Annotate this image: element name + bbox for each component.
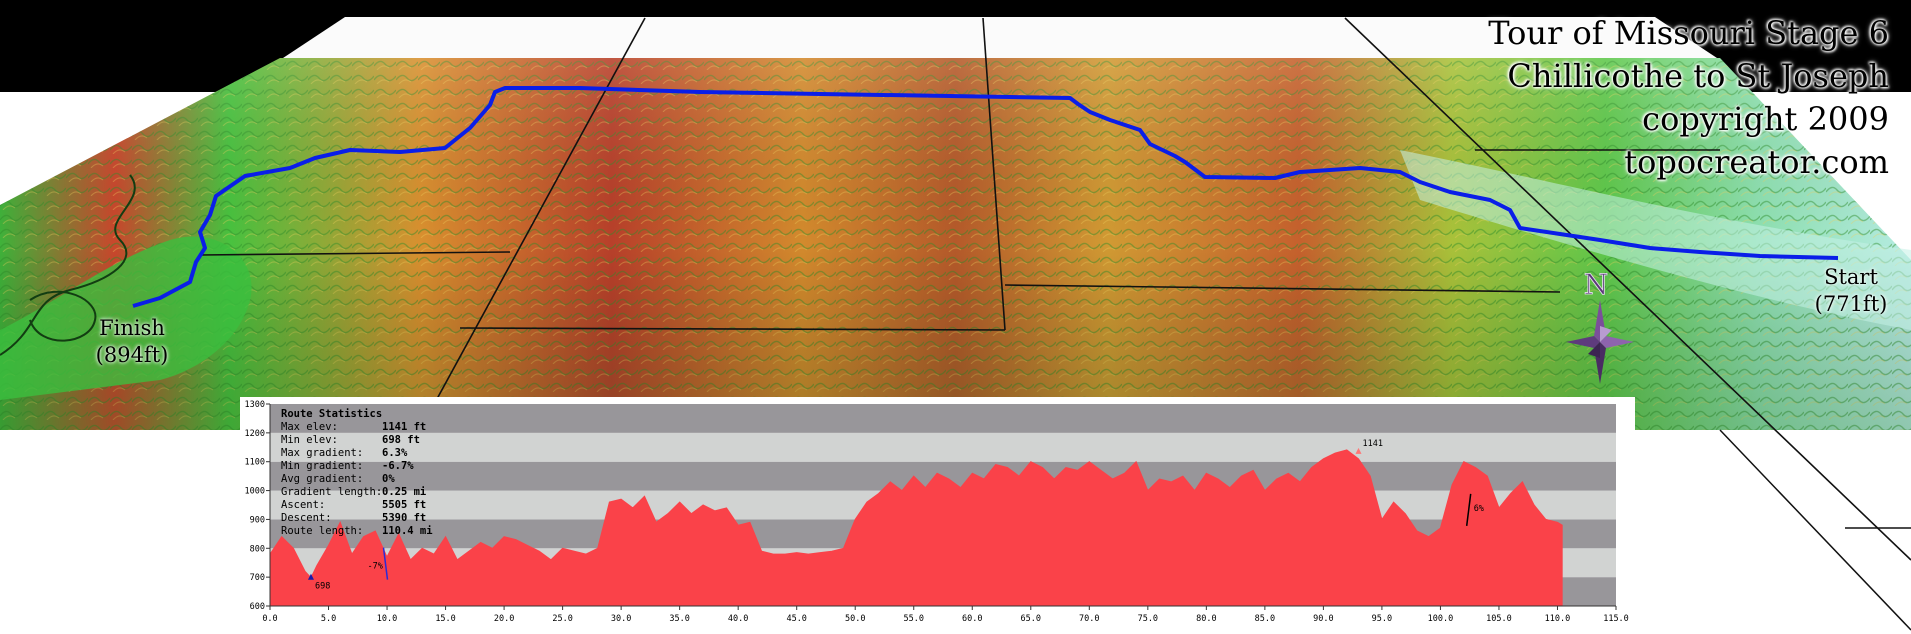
- start-elevation: (771ft): [1814, 292, 1888, 316]
- min-elevation-label: 698: [315, 582, 330, 592]
- x-tick-label: 60.0: [962, 614, 982, 624]
- x-tick-label: 110.0: [1545, 614, 1571, 624]
- stat-value: 698 ft: [382, 434, 420, 446]
- title-line-2: Chillicothe to St Joseph: [1507, 57, 1889, 95]
- y-tick-label: 1300: [245, 400, 265, 410]
- finish-label: Finish (894ft): [92, 315, 172, 369]
- stat-label: Route length:: [281, 525, 364, 537]
- finish-elevation: (894ft): [95, 343, 169, 367]
- stat-row: Avg gradient: 0%: [281, 473, 433, 486]
- model-side-edge: [1719, 429, 1911, 631]
- x-tick-label: 25.0: [552, 614, 572, 624]
- x-tick-label: 55.0: [903, 614, 923, 624]
- stat-value: 5390 ft: [382, 512, 427, 524]
- y-tick-label: 1200: [245, 429, 265, 439]
- stat-row: Min gradient: -6.7%: [281, 460, 433, 473]
- stat-value: 110.4 mi: [382, 525, 433, 537]
- stat-label: Descent:: [281, 512, 332, 524]
- y-tick-label: 1000: [245, 487, 265, 497]
- x-tick-label: 45.0: [786, 614, 806, 624]
- stat-row: Max elev: 1141 ft: [281, 421, 433, 434]
- stat-label: Avg gradient:: [281, 473, 364, 485]
- stat-value: -6.7%: [382, 460, 414, 472]
- x-tick-label: 80.0: [1196, 614, 1216, 624]
- x-tick-label: 115.0: [1603, 614, 1629, 624]
- stat-row: Min elev: 698 ft: [281, 434, 433, 447]
- stat-label: Min gradient:: [281, 460, 364, 472]
- stat-value: 1141 ft: [382, 421, 427, 433]
- stat-label: Gradient length:: [281, 486, 383, 498]
- route-statistics-heading: Route Statistics: [281, 408, 383, 420]
- max-gradient-label: 6%: [1474, 504, 1484, 514]
- finish-label-text: Finish: [99, 316, 165, 340]
- stat-value: 6.3%: [382, 447, 408, 459]
- x-tick-label: 35.0: [669, 614, 689, 624]
- stat-label: Ascent:: [281, 499, 326, 511]
- stat-value: 0%: [382, 473, 395, 485]
- elevation-chart: 600 700 800 900 1000 1100 1200 1300 0.0 5.0 10.0 1…: [245, 400, 1629, 624]
- x-tick-label: 75.0: [1138, 614, 1158, 624]
- x-tick-label: 90.0: [1313, 614, 1333, 624]
- y-tick-label: 700: [250, 573, 265, 583]
- route-statistics: Route Statistics Max elev: 1141 ft Min el…: [281, 408, 433, 538]
- y-tick-label: 600: [250, 602, 265, 612]
- start-label: Start (771ft): [1808, 264, 1894, 318]
- stat-row: Route length: 110.4 mi: [281, 525, 433, 538]
- stat-label: Max elev:: [281, 421, 338, 433]
- x-tick-label: 70.0: [1079, 614, 1099, 624]
- stat-row: Descent: 5390 ft: [281, 512, 433, 525]
- x-tick-label: 0.0: [262, 614, 277, 624]
- stat-row: Gradient length: 0.25 mi: [281, 486, 433, 499]
- x-tick-label: 20.0: [494, 614, 514, 624]
- x-tick-label: 50.0: [845, 614, 865, 624]
- title-line-4: topocreator.com: [1624, 143, 1889, 181]
- y-tick-label: 800: [250, 544, 265, 554]
- grid-band: [270, 432, 1616, 462]
- stat-value: 5505 ft: [382, 499, 427, 511]
- x-tick-label: 5.0: [321, 614, 336, 624]
- x-tick-label: 100.0: [1428, 614, 1454, 624]
- start-label-text: Start: [1824, 265, 1878, 289]
- title-line-3: copyright 2009: [1642, 100, 1889, 138]
- x-tick-label: 95.0: [1372, 614, 1392, 624]
- stat-row: Ascent: 5505 ft: [281, 499, 433, 512]
- x-tick-label: 15.0: [435, 614, 455, 624]
- title-line-1: Tour of Missouri Stage 6: [1488, 14, 1889, 52]
- x-tick-label: 10.0: [377, 614, 397, 624]
- x-tick-label: 65.0: [1021, 614, 1041, 624]
- x-tick-label: 40.0: [728, 614, 748, 624]
- stat-label: Min elev:: [281, 434, 338, 446]
- stat-value: 0.25 mi: [382, 486, 427, 498]
- y-tick-label: 1100: [245, 458, 265, 468]
- max-elevation-label: 1141: [1363, 439, 1383, 449]
- min-gradient-label: -7%: [367, 562, 382, 572]
- elevation-profile-panel: 600 700 800 900 1000 1100 1200 1300 0.0 5.0 10.0 1…: [240, 397, 1635, 634]
- x-tick-label: 105.0: [1486, 614, 1512, 624]
- y-tick-label: 900: [250, 515, 265, 525]
- grid-band: [270, 404, 1616, 433]
- stat-row: Max gradient: 6.3%: [281, 447, 433, 460]
- compass-north-letter: N: [1584, 268, 1609, 301]
- stat-label: Max gradient:: [281, 447, 364, 459]
- x-tick-label: 30.0: [611, 614, 631, 624]
- x-tick-label: 85.0: [1255, 614, 1275, 624]
